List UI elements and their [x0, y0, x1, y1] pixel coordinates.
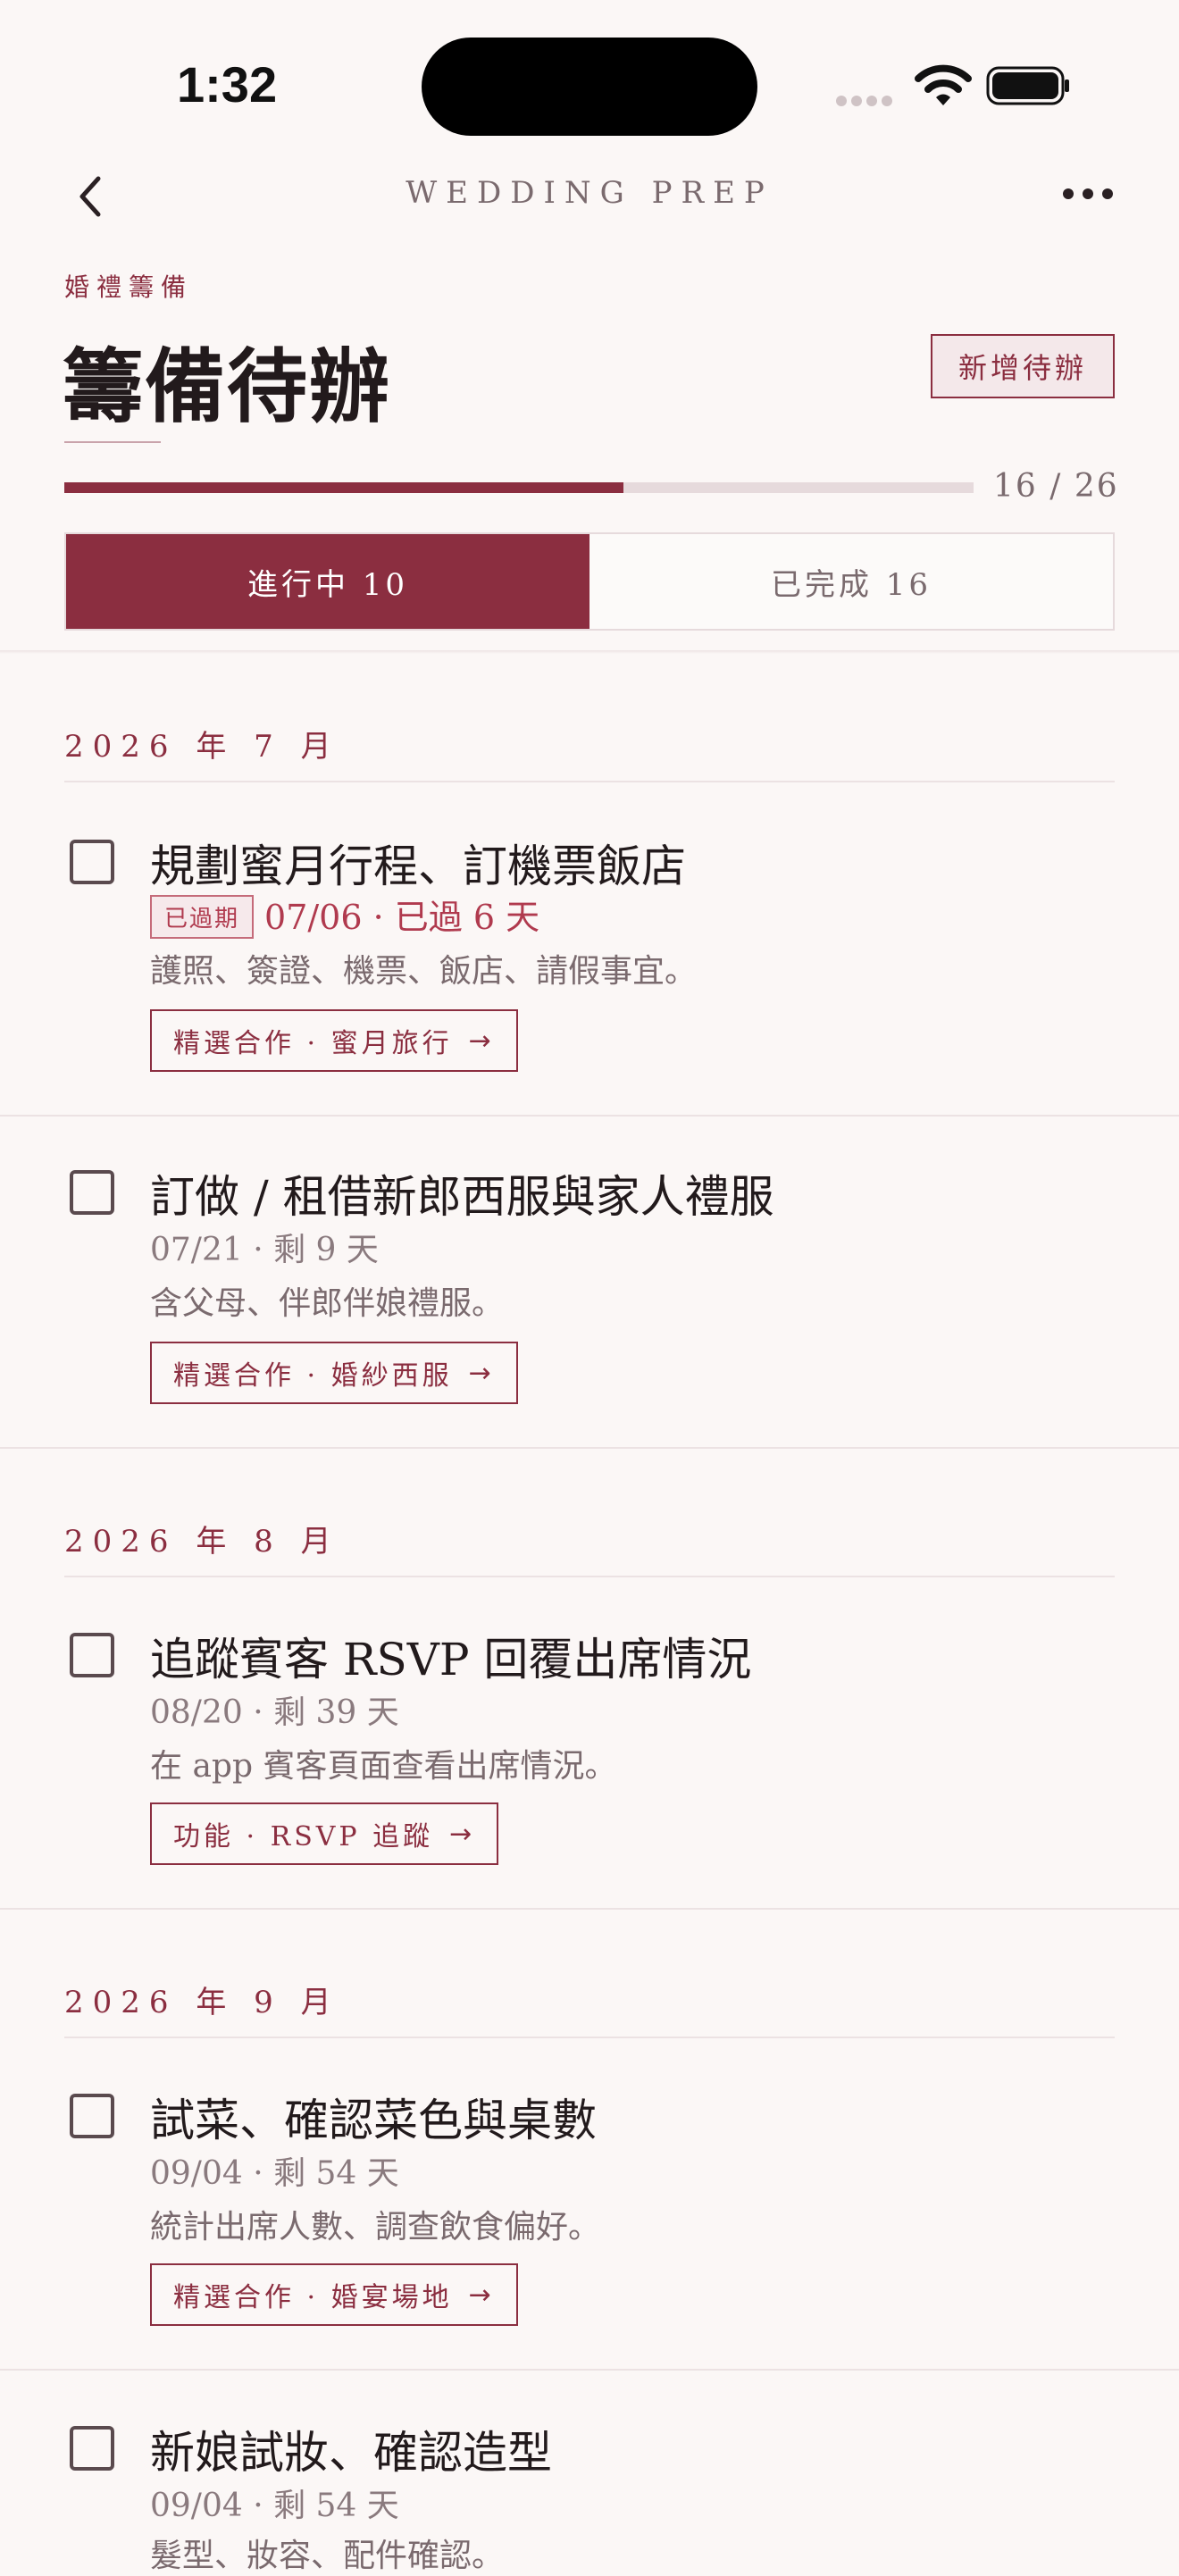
- section-eyebrow: 婚禮籌備: [64, 272, 194, 302]
- month-divider: [64, 781, 1115, 782]
- task-title: 新娘試妝、確認造型: [150, 2427, 552, 2479]
- arrow-right-icon: →: [468, 2279, 495, 2311]
- progress-count: 16 / 26: [993, 468, 1119, 505]
- arrow-right-icon: →: [449, 1818, 476, 1850]
- row-divider: [0, 1115, 1179, 1117]
- nav-title: WEDDING PREP: [406, 175, 773, 211]
- overdue-badge: 已過期: [150, 895, 255, 939]
- status-time: 1:32: [177, 56, 278, 113]
- task-due-date: 09/04 · 剩 54 天: [150, 2155, 399, 2192]
- more-options-icon[interactable]: [1063, 184, 1113, 204]
- progress-bar: [64, 482, 974, 493]
- month-divider: [64, 1576, 1115, 1577]
- task-checkbox[interactable]: [70, 1633, 114, 1677]
- task-checkbox[interactable]: [70, 2426, 114, 2471]
- partner-link-button[interactable]: 精選合作 · 婚宴場地 →: [150, 2263, 518, 2326]
- task-due-text: 07/06 · 已過 6 天: [264, 898, 540, 937]
- task-due-date: 07/21 · 剩 9 天: [150, 1232, 379, 1268]
- task-description: 在 app 賓客頁面查看出席情況。: [150, 1748, 617, 1785]
- task-title: 訂做 / 租借新郎西服與家人禮服: [150, 1171, 774, 1223]
- progress-fill: [64, 482, 624, 493]
- task-title: 追蹤賓客 RSVP 回覆出席情況: [150, 1634, 752, 1685]
- task-due-date: 09/04 · 剩 54 天: [150, 2488, 399, 2524]
- page-title: 籌備待辦: [63, 339, 391, 434]
- row-divider: [0, 1447, 1179, 1449]
- add-task-button[interactable]: 新增待辦: [931, 334, 1115, 398]
- partner-link-button[interactable]: 精選合作 · 婚紗西服 →: [150, 1342, 518, 1404]
- task-due-date: 08/20 · 剩 39 天: [150, 1694, 399, 1731]
- month-divider: [64, 2037, 1115, 2038]
- header-divider: [0, 650, 1179, 654]
- month-header: 2026 年 8 月: [64, 1524, 340, 1560]
- task-description: 護照、簽證、機票、飯店、請假事宜。: [150, 953, 698, 990]
- feature-link-label: 功能 · RSVP 追蹤: [173, 1821, 434, 1853]
- tab-completed[interactable]: 已完成 16: [590, 534, 1113, 629]
- task-title: 規劃蜜月行程、訂機票飯店: [150, 841, 686, 892]
- wifi-icon: [915, 64, 972, 109]
- status-tabs: 進行中 10 已完成 16: [64, 532, 1115, 631]
- arrow-right-icon: →: [468, 1025, 495, 1057]
- partner-link-button[interactable]: 精選合作 · 蜜月旅行 →: [150, 1009, 518, 1072]
- task-due-date: 已過期 07/06 · 已過 6 天: [150, 890, 539, 942]
- task-checkbox[interactable]: [70, 1170, 114, 1215]
- cellular-signal-icon: [836, 93, 899, 106]
- task-title: 試菜、確認菜色與桌數: [150, 2095, 597, 2146]
- task-checkbox[interactable]: [70, 840, 114, 884]
- tab-in-progress[interactable]: 進行中 10: [66, 534, 590, 629]
- task-description: 髮型、妝容、配件確認。: [150, 2538, 505, 2574]
- month-header: 2026 年 9 月: [64, 1985, 340, 2020]
- battery-icon: [986, 66, 1070, 105]
- title-divider: [64, 441, 161, 443]
- row-divider: [0, 2369, 1179, 2371]
- partner-link-label: 精選合作 · 婚宴場地: [173, 2282, 453, 2313]
- task-description: 含父母、伴郎伴娘禮服。: [150, 1285, 505, 1322]
- row-divider: [0, 1908, 1179, 1910]
- partner-link-label: 精選合作 · 婚紗西服: [173, 1360, 453, 1392]
- month-header: 2026 年 7 月: [64, 729, 340, 765]
- dynamic-island: [422, 38, 757, 136]
- arrow-right-icon: →: [468, 1357, 495, 1389]
- partner-link-label: 精選合作 · 蜜月旅行: [173, 1028, 453, 1059]
- feature-link-button[interactable]: 功能 · RSVP 追蹤 →: [150, 1802, 499, 1865]
- task-checkbox[interactable]: [70, 2094, 114, 2138]
- task-description: 統計出席人數、調查飲食偏好。: [150, 2209, 601, 2246]
